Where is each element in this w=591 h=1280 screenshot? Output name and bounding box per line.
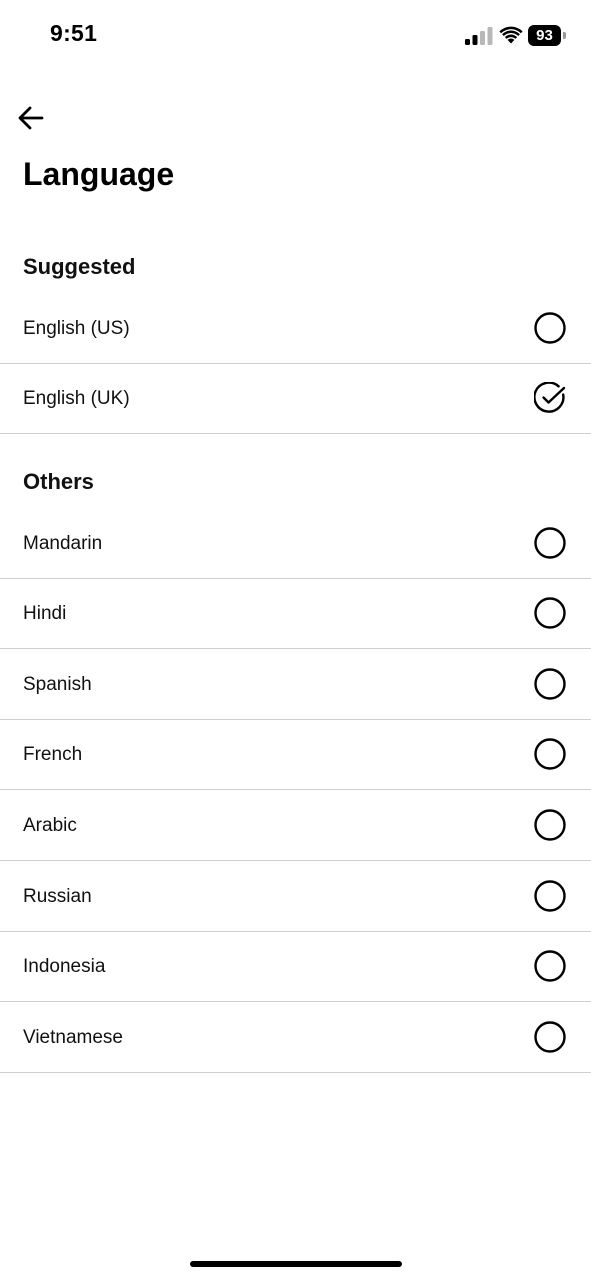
cellular-signal-icon: [465, 27, 493, 45]
language-option-hindi[interactable]: Hindi: [0, 579, 591, 649]
radio-unchecked-icon[interactable]: [534, 738, 566, 770]
language-label: Hindi: [23, 603, 67, 624]
language-label: Mandarin: [23, 533, 103, 554]
radio-unchecked-icon[interactable]: [534, 597, 566, 629]
language-label: Indonesia: [23, 956, 106, 977]
status-bar: 9:51 93: [0, 0, 591, 70]
language-option-english-uk[interactable]: English (UK): [0, 364, 591, 434]
status-time: 9:51: [50, 20, 98, 46]
radio-unchecked-icon[interactable]: [534, 809, 566, 841]
language-label: English (US): [23, 318, 130, 339]
radio-unchecked-icon[interactable]: [534, 1021, 566, 1053]
arrow-left-icon: [18, 106, 44, 130]
language-label: Vietnamese: [23, 1027, 123, 1048]
wifi-icon: [499, 26, 523, 44]
language-option-spanish[interactable]: Spanish: [0, 650, 591, 720]
back-button[interactable]: [14, 100, 50, 136]
language-label: Spanish: [23, 674, 92, 695]
language-option-arabic[interactable]: Arabic: [0, 791, 591, 861]
battery-tip: [563, 32, 566, 39]
home-indicator[interactable]: [190, 1261, 402, 1267]
language-option-indonesia[interactable]: Indonesia: [0, 932, 591, 1002]
language-option-french[interactable]: French: [0, 720, 591, 790]
language-option-russian[interactable]: Russian: [0, 862, 591, 932]
language-label: Russian: [23, 886, 92, 907]
radio-unchecked-icon[interactable]: [534, 527, 566, 559]
radio-unchecked-icon[interactable]: [534, 668, 566, 700]
language-option-english-us[interactable]: English (US): [0, 294, 591, 364]
language-label: French: [23, 744, 83, 765]
battery-icon: 93: [528, 25, 568, 46]
language-label: English (UK): [23, 388, 130, 409]
language-option-mandarin[interactable]: Mandarin: [0, 509, 591, 579]
radio-unchecked-icon[interactable]: [534, 950, 566, 982]
radio-unchecked-icon[interactable]: [534, 312, 566, 344]
language-label: Arabic: [23, 815, 77, 836]
check-circle-icon[interactable]: [534, 382, 566, 414]
language-option-vietnamese[interactable]: Vietnamese: [0, 1003, 591, 1073]
section-heading-suggested: Suggested: [23, 254, 136, 279]
battery-level: 93: [528, 25, 561, 46]
radio-unchecked-icon[interactable]: [534, 880, 566, 912]
section-heading-others: Others: [23, 469, 94, 494]
page-title: Language: [23, 156, 175, 192]
